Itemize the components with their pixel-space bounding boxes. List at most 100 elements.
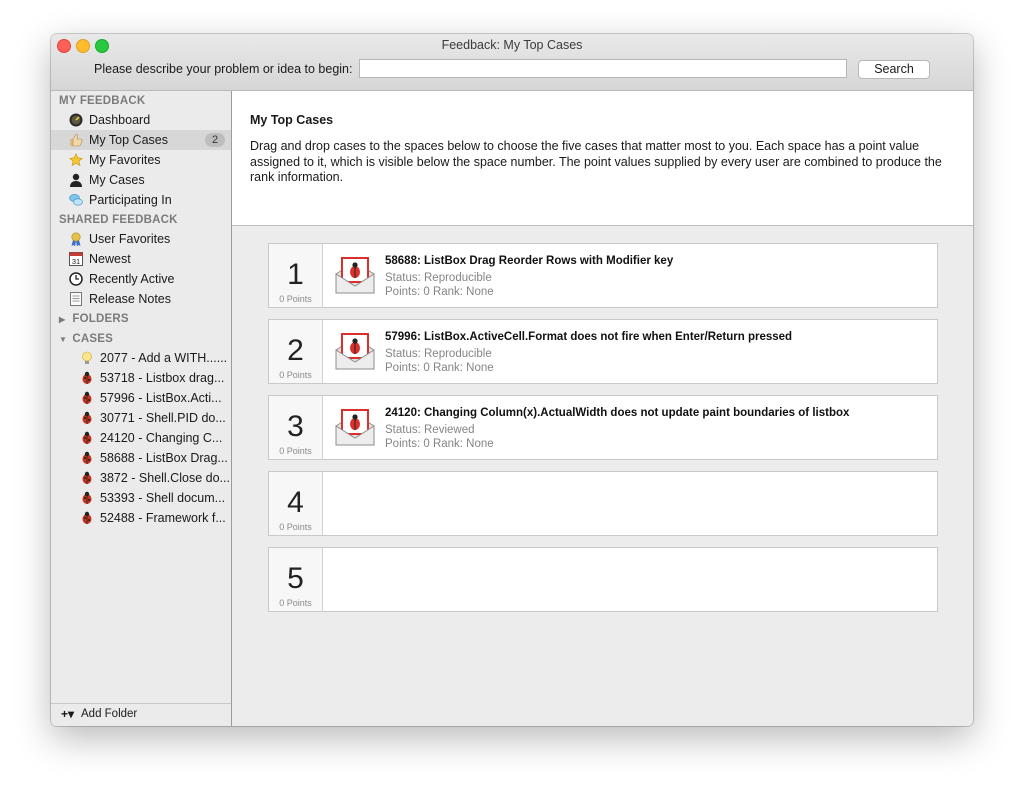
slot-number-panel: 2 0 Points: [269, 320, 323, 383]
case-points-rank: Points: 0 Rank: None: [385, 286, 494, 298]
search-input[interactable]: [359, 59, 847, 78]
clock-icon: [69, 272, 83, 286]
sidebar-item-dashboard[interactable]: Dashboard: [51, 110, 231, 130]
sidebar-case-item[interactable]: 30771 - Shell.PID do...: [51, 408, 231, 428]
lightbulb-icon: [80, 351, 94, 365]
sidebar-case-item[interactable]: 52488 - Framework f...: [51, 508, 231, 528]
case-status: Status: Reproducible: [385, 348, 492, 360]
sidebar-case-item[interactable]: 53393 - Shell docum...: [51, 488, 231, 508]
bug-icon: [80, 411, 94, 425]
bug-icon: [80, 431, 94, 445]
page-description: Drag and drop cases to the spaces below …: [250, 139, 942, 184]
case-points-rank: Points: 0 Rank: None: [385, 438, 494, 450]
top-case-slot[interactable]: 2 0 Points 57996: ListBox.ActiveCell.For…: [268, 319, 938, 384]
sidebar-item-label: Participating In: [89, 193, 172, 207]
sidebar-item-label: 30771 - Shell.PID do...: [100, 411, 226, 425]
sidebar-case-item[interactable]: 57996 - ListBox.Acti...: [51, 388, 231, 408]
sidebar-item-my-favorites[interactable]: My Favorites: [51, 150, 231, 170]
bug-report-envelope-icon: [334, 256, 376, 296]
dashboard-icon: [69, 113, 83, 127]
add-icon[interactable]: +▾: [61, 707, 74, 721]
sidebar-item-label: 24120 - Changing C...: [100, 431, 223, 445]
search-prompt-label: Please describe your problem or idea to …: [94, 62, 353, 76]
slot-number: 5: [287, 562, 304, 595]
sidebar-item-label: My Favorites: [89, 153, 161, 167]
case-title: 57996: ListBox.ActiveCell.Format does no…: [385, 331, 793, 343]
calendar-day: 31: [72, 257, 80, 266]
case-card[interactable]: 24120: Changing Column(x).ActualWidth do…: [322, 396, 937, 459]
sidebar-item-participating-in[interactable]: Participating In: [51, 190, 231, 210]
sidebar: MY FEEDBACK Dashboard My Top Cases 2 My …: [51, 91, 232, 726]
slot-number: 3: [287, 410, 304, 443]
sidebar-case-item[interactable]: 24120 - Changing C...: [51, 428, 231, 448]
case-status: Status: Reviewed: [385, 424, 475, 436]
sidebar-item-my-top-cases[interactable]: My Top Cases 2: [51, 130, 231, 150]
sidebar-item-user-favorites[interactable]: User Favorites: [51, 229, 231, 249]
disclosure-down-icon[interactable]: ▼: [59, 335, 69, 344]
slot-number-panel: 3 0 Points: [269, 396, 323, 459]
sidebar-item-label: My Cases: [89, 173, 145, 187]
section-label: FOLDERS: [72, 313, 129, 325]
section-label: CASES: [72, 333, 114, 345]
sidebar-case-item[interactable]: 2077 - Add a WITH......: [51, 348, 231, 368]
description-panel: My Top Cases Drag and drop cases to the …: [232, 91, 973, 226]
sidebar-item-label: 52488 - Framework f...: [100, 511, 226, 525]
disclosure-right-icon[interactable]: ▶: [59, 315, 69, 324]
sidebar-item-label: 53718 - Listbox drag...: [100, 371, 225, 385]
case-card[interactable]: 58688: ListBox Drag Reorder Rows with Mo…: [322, 244, 937, 307]
sidebar-item-newest[interactable]: 31 Newest: [51, 249, 231, 269]
bug-icon: [80, 511, 94, 525]
slot-number-panel: 4 0 Points: [269, 472, 323, 535]
sidebar-case-item[interactable]: 3872 - Shell.Close do...: [51, 468, 231, 488]
count-badge: 2: [205, 133, 225, 147]
sidebar-item-label: Recently Active: [89, 272, 175, 286]
slot-number: 2: [287, 334, 304, 367]
sidebar-header-folders[interactable]: ▶ FOLDERS: [59, 313, 129, 325]
speech-bubbles-icon: [69, 193, 83, 207]
search-button[interactable]: Search: [858, 60, 930, 79]
sidebar-item-label: User Favorites: [89, 232, 171, 246]
top-case-slot[interactable]: 5 0 Points: [268, 547, 938, 612]
slot-points: 0 Points: [279, 446, 312, 456]
slot-number-panel: 5 0 Points: [269, 548, 323, 611]
star-icon: [69, 153, 83, 167]
top-case-slot[interactable]: 1 0 Points 58688: ListBox Drag Reorder R…: [268, 243, 938, 308]
feedback-window: Feedback: My Top Cases Please describe y…: [51, 34, 973, 726]
sidebar-item-label: My Top Cases: [89, 133, 168, 147]
case-card[interactable]: 57996: ListBox.ActiveCell.Format does no…: [322, 320, 937, 383]
bug-icon: [80, 391, 94, 405]
sidebar-item-label: 58688 - ListBox Drag...: [100, 451, 228, 465]
window-title: Feedback: My Top Cases: [441, 38, 583, 52]
sidebar-header-cases[interactable]: ▼ CASES: [59, 333, 113, 345]
bug-icon: [80, 491, 94, 505]
top-case-slot[interactable]: 4 0 Points: [268, 471, 938, 536]
slot-points: 0 Points: [279, 598, 312, 608]
sidebar-item-label: 3872 - Shell.Close do...: [100, 471, 230, 485]
award-ribbon-icon: [69, 232, 83, 246]
add-folder-button[interactable]: Add Folder: [81, 708, 137, 720]
sidebar-item-label: Release Notes: [89, 292, 171, 306]
sidebar-header-my-feedback: MY FEEDBACK: [59, 95, 146, 107]
title-bar: Feedback: My Top Cases Please describe y…: [51, 34, 973, 91]
case-title: 58688: ListBox Drag Reorder Rows with Mo…: [385, 255, 674, 267]
document-icon: [69, 292, 83, 306]
sidebar-footer: +▾ Add Folder: [51, 703, 231, 726]
bug-icon: [80, 451, 94, 465]
slot-points: 0 Points: [279, 522, 312, 532]
sidebar-item-my-cases[interactable]: My Cases: [51, 170, 231, 190]
bug-icon: [80, 371, 94, 385]
top-case-slot[interactable]: 3 0 Points 24120: Changing Column(x).Act…: [268, 395, 938, 460]
slot-points: 0 Points: [279, 370, 312, 380]
sidebar-item-label: 2077 - Add a WITH......: [100, 351, 228, 365]
sidebar-case-item[interactable]: 58688 - ListBox Drag...: [51, 448, 231, 468]
slot-number: 4: [287, 486, 304, 519]
case-title: 24120: Changing Column(x).ActualWidth do…: [385, 407, 850, 419]
bug-icon: [80, 471, 94, 485]
person-icon: [69, 173, 83, 187]
bug-report-envelope-icon: [334, 332, 376, 372]
sidebar-item-label: 53393 - Shell docum...: [100, 491, 226, 505]
sidebar-item-release-notes[interactable]: Release Notes: [51, 289, 231, 309]
sidebar-case-item[interactable]: 53718 - Listbox drag...: [51, 368, 231, 388]
case-status: Status: Reproducible: [385, 272, 492, 284]
sidebar-item-recently-active[interactable]: Recently Active: [51, 269, 231, 289]
